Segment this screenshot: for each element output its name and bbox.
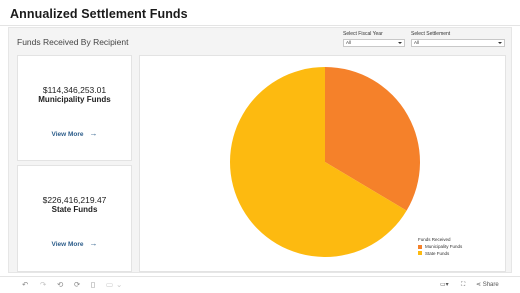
more-icon[interactable]: ⌄ xyxy=(116,280,122,290)
arrow-right-icon: → xyxy=(89,239,98,248)
chart-legend: Funds Received Municipality Funds State … xyxy=(418,237,462,257)
dashboard: Funds Received By Recipient Select Fisca… xyxy=(8,27,512,273)
state-funds-card: $226,416,219.47 State Funds View More → xyxy=(17,165,132,272)
settlement-filter-label: Select Settlement xyxy=(411,31,451,37)
municipality-view-more-label: View More xyxy=(51,131,84,138)
fiscal-year-filter: Select Fiscal Year All xyxy=(343,31,405,47)
pause-icon[interactable]: ▯ xyxy=(91,280,95,290)
state-funds-amount: $226,416,219.47 xyxy=(42,195,107,205)
state-view-more-link[interactable]: View More → xyxy=(18,239,131,248)
settlement-select[interactable]: All xyxy=(411,39,505,47)
legend-title: Funds Received xyxy=(418,237,451,242)
arrow-right-icon: → xyxy=(89,129,98,138)
municipality-funds-card: $114,346,253.01 Municipality Funds View … xyxy=(17,55,132,161)
state-view-more-label: View More xyxy=(51,241,84,248)
municipality-funds-amount: $114,346,253.01 xyxy=(42,85,107,95)
undo-icon[interactable]: ↶ xyxy=(22,280,28,290)
legend-item[interactable]: State Funds xyxy=(418,251,462,256)
revert-icon[interactable]: ⟲ xyxy=(57,280,63,290)
fullscreen-icon[interactable]: ⛶ xyxy=(461,280,465,290)
comment-icon[interactable]: ▭▾ xyxy=(440,280,449,290)
share-label: Share xyxy=(482,282,499,288)
legend-swatch xyxy=(418,244,422,249)
legend-item[interactable]: Municipality Funds xyxy=(418,244,462,249)
redo-icon[interactable]: ↷ xyxy=(40,280,46,290)
chevron-down-icon xyxy=(498,41,502,44)
legend-swatch xyxy=(418,251,422,255)
dashboard-title: Funds Received By Recipient xyxy=(17,37,129,47)
legend-label: State Funds xyxy=(425,250,450,256)
bottom-toolbar: ↶ ↷ ⟲ ⟳ ▯ ▭ ⌄ ▭▾ ⛶ ⋖ Share xyxy=(0,276,520,293)
title-divider xyxy=(0,25,520,26)
settlement-select-value: All xyxy=(414,40,420,45)
page-title: Annualized Settlement Funds xyxy=(10,7,188,21)
state-funds-label: State Funds xyxy=(51,205,98,214)
municipality-view-more-link[interactable]: View More → xyxy=(18,129,131,138)
fiscal-year-filter-label: Select Fiscal Year xyxy=(343,31,383,37)
fiscal-year-select[interactable]: All xyxy=(343,39,405,47)
pie-chart-panel: Funds Received Municipality Funds State … xyxy=(139,55,506,272)
settlement-filter: Select Settlement All xyxy=(411,31,505,47)
chevron-down-icon xyxy=(398,41,402,44)
legend-label: Municipality Funds xyxy=(425,244,463,249)
device-icon[interactable]: ▭ xyxy=(106,280,113,290)
fiscal-year-select-value: All xyxy=(346,40,352,45)
refresh-icon[interactable]: ⟳ xyxy=(74,280,80,290)
municipality-funds-label: Municipality Funds xyxy=(38,95,111,104)
share-icon: ⋖ xyxy=(476,282,482,288)
share-button[interactable]: ⋖ Share xyxy=(476,280,499,290)
